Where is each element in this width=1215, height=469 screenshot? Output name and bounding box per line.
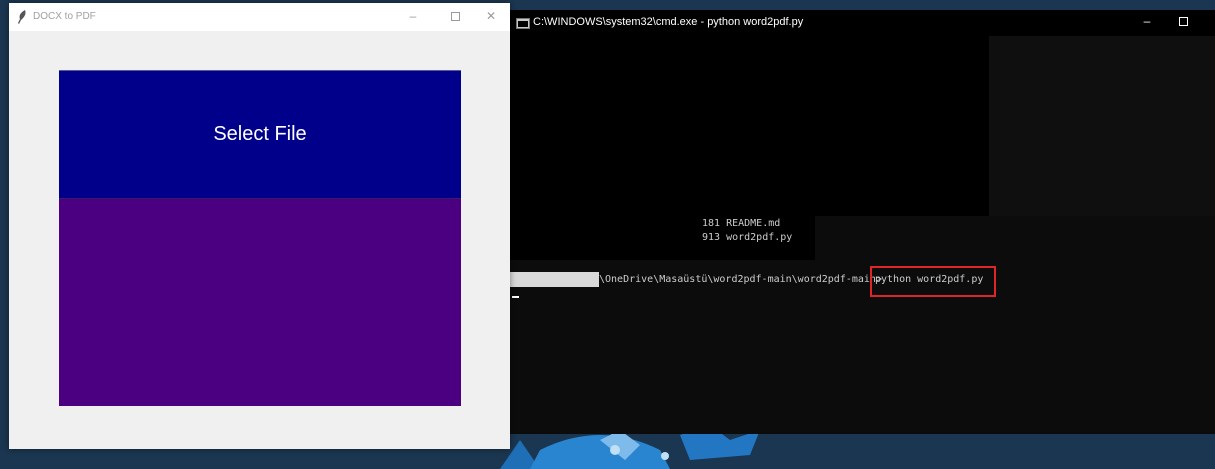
cmd-titlebar[interactable]: C:\WINDOWS\system32\cmd.exe - python wor… <box>509 10 1215 36</box>
close-button[interactable]: ✕ <box>481 9 501 23</box>
redacted-path <box>510 272 599 287</box>
cmd-minimize-button[interactable]: – <box>1137 14 1157 28</box>
cmd-window[interactable]: C:\WINDOWS\system32\cmd.exe - python wor… <box>509 10 1215 434</box>
file-drop-area[interactable] <box>59 198 461 406</box>
tk-titlebar[interactable]: DOCX to PDF – ✕ <box>9 3 510 31</box>
feather-icon <box>18 10 26 24</box>
window-title: DOCX to PDF <box>33 11 96 22</box>
output-line: 913 word2pdf.py <box>702 232 793 243</box>
command-text: python word2pdf.py <box>875 274 984 285</box>
cmd-maximize-button[interactable] <box>1173 14 1193 29</box>
console-background <box>989 36 1215 216</box>
output-line: 181 README.md <box>702 218 781 229</box>
cmd-console[interactable]: 181 README.md 913 word2pdf.py \OneDrive\… <box>509 36 1215 434</box>
text-cursor <box>512 296 519 298</box>
select-file-button[interactable]: Select File <box>59 70 461 198</box>
command-prompt: \OneDrive\Masaüstü\word2pdf-main\word2pd… <box>599 274 882 285</box>
maximize-icon <box>1178 17 1188 26</box>
minimize-button[interactable]: – <box>403 9 423 23</box>
cmd-icon <box>516 18 530 29</box>
maximize-button[interactable] <box>445 9 465 24</box>
console-redacted-area <box>509 36 989 216</box>
docx-to-pdf-window[interactable]: DOCX to PDF – ✕ Select File <box>9 3 510 449</box>
console-redacted-area <box>699 246 814 260</box>
cmd-window-title: C:\WINDOWS\system32\cmd.exe - python wor… <box>533 16 804 28</box>
maximize-icon <box>450 12 460 21</box>
